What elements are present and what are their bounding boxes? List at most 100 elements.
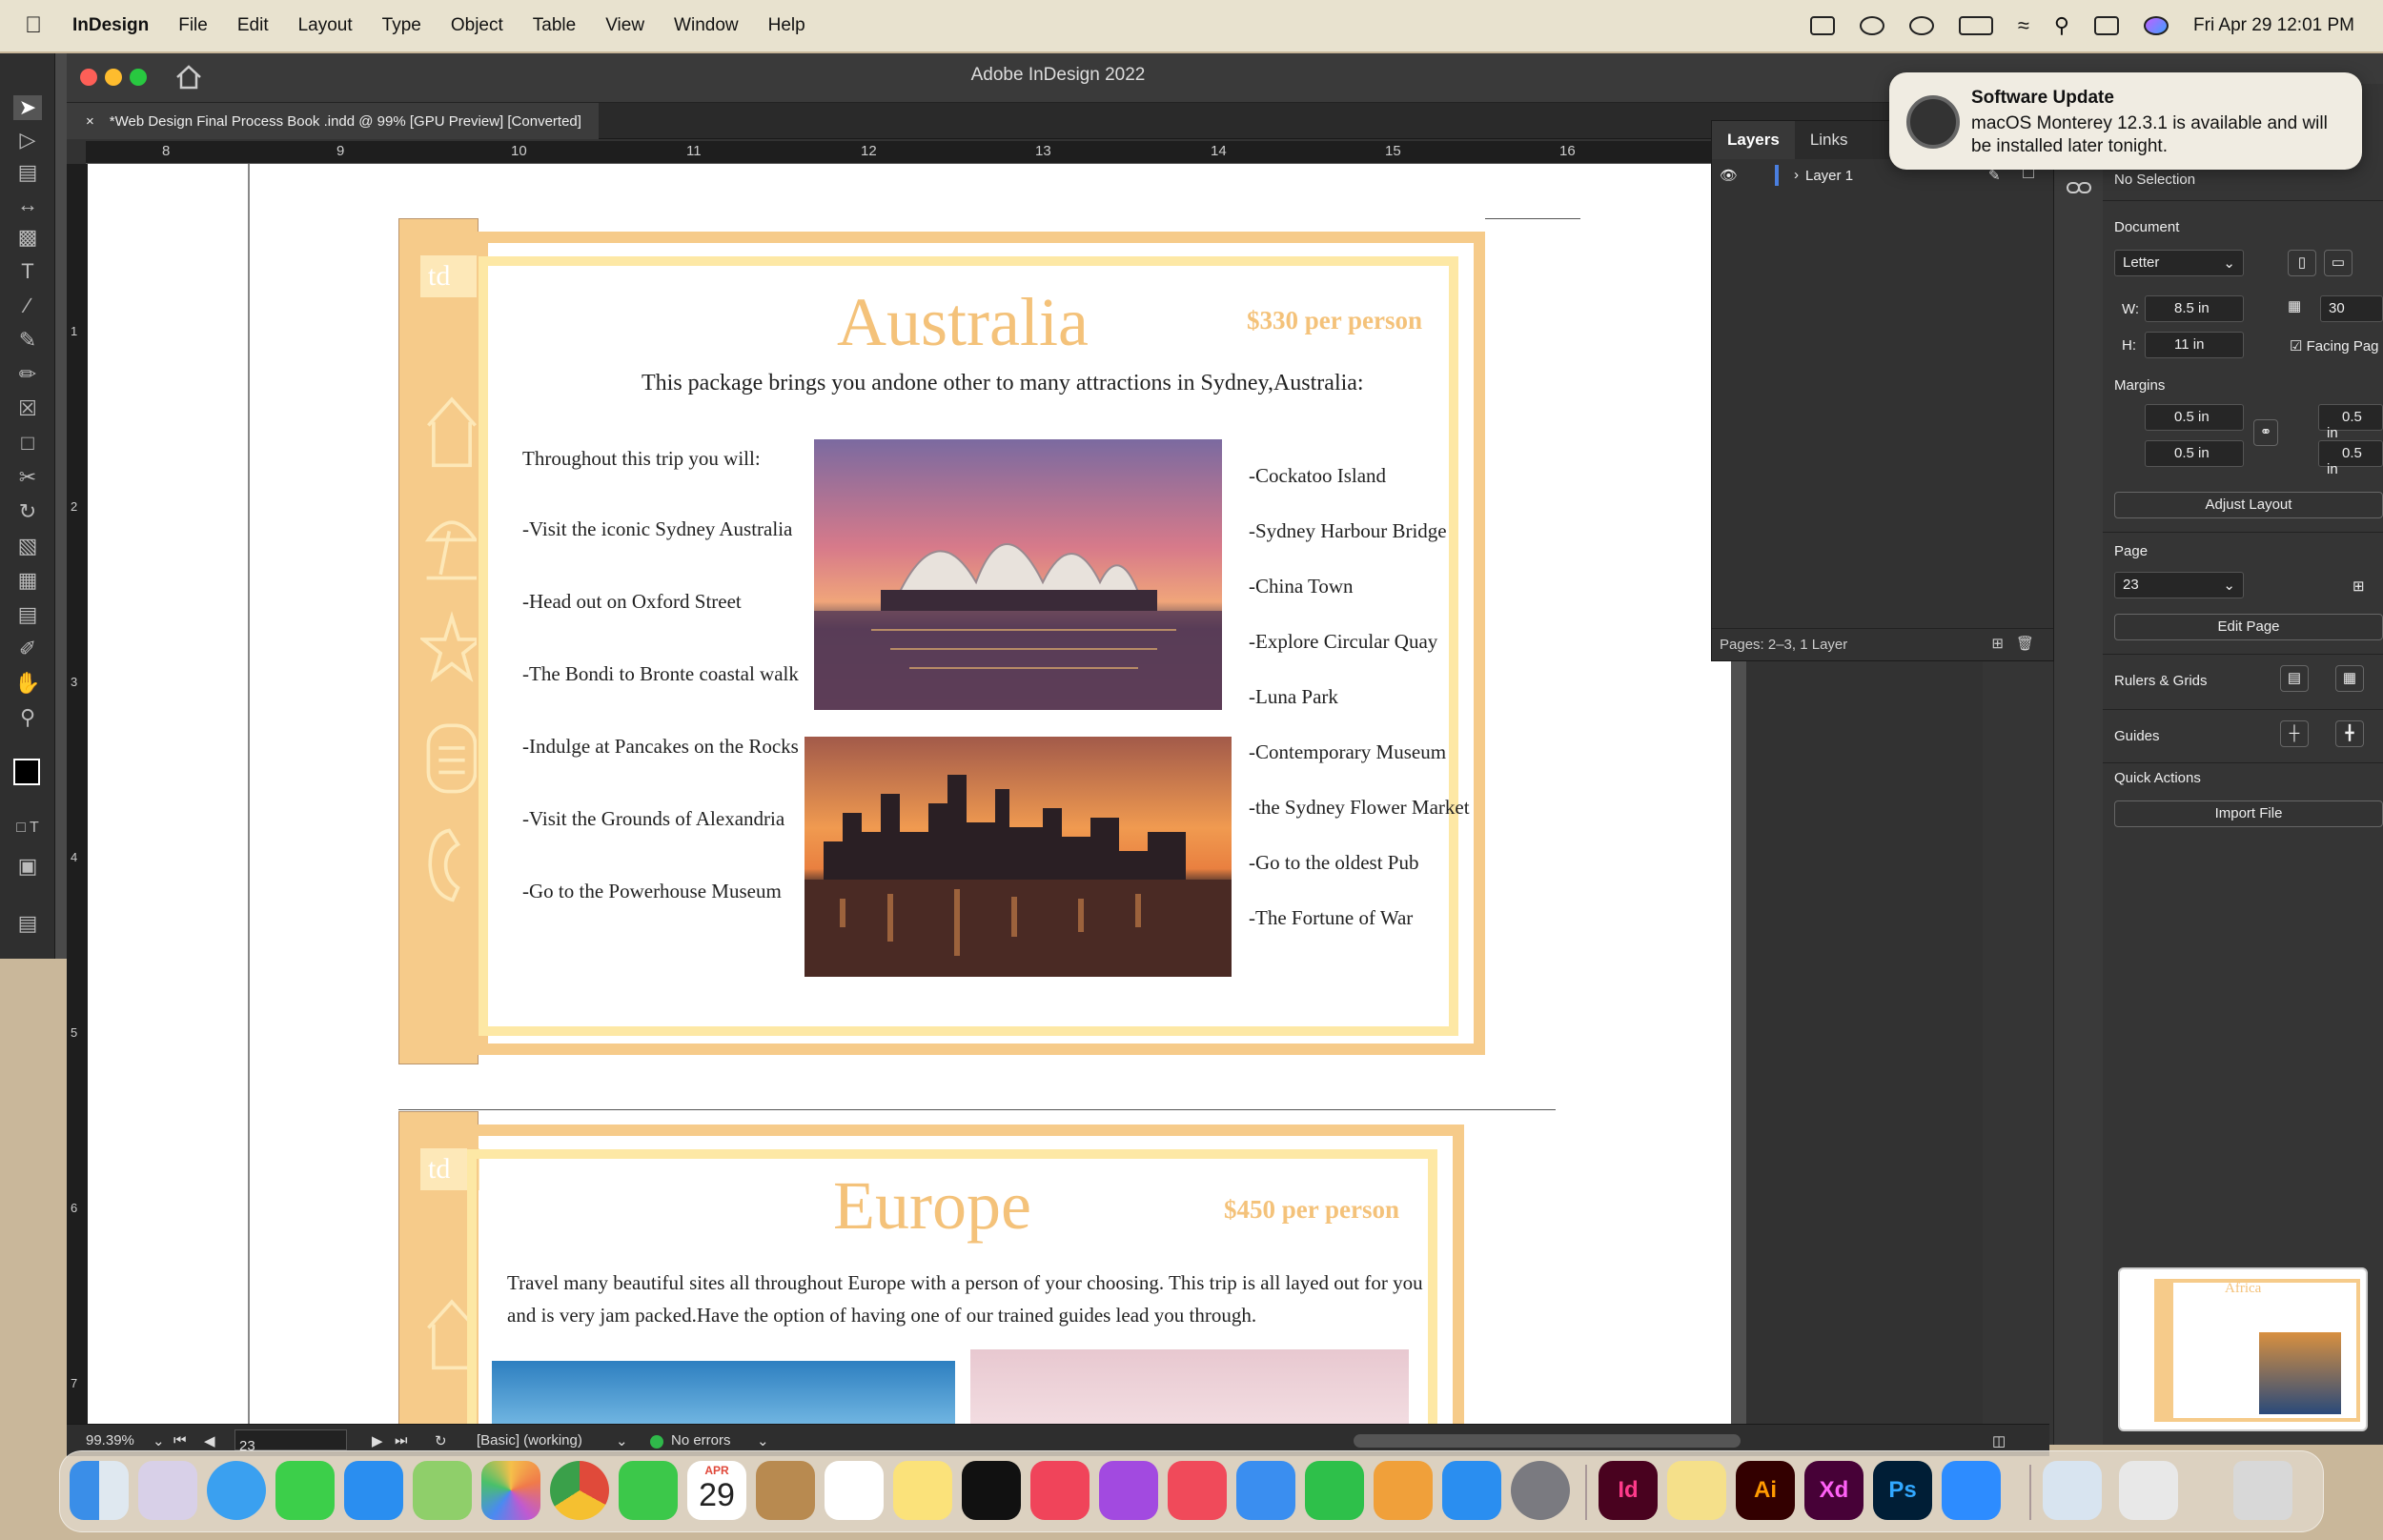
page-number-field[interactable]: 23 [234,1429,347,1454]
links-panel-icon[interactable] [2066,179,2092,196]
menu-help[interactable]: Help [768,15,805,36]
pen-tool-icon[interactable]: ✎ [13,328,42,353]
music-icon[interactable] [1030,1461,1090,1520]
page-thumbnail-preview[interactable]: Africa [2118,1267,2368,1431]
formatting-affects-container-icon[interactable]: □ T [13,816,42,841]
width-field[interactable]: 8.5 in [2145,295,2244,322]
maps-icon[interactable] [413,1461,472,1520]
portrait-orientation-button[interactable]: ▯ [2288,250,2316,276]
guides-icon[interactable]: ┼ [2280,720,2309,747]
numbers-icon[interactable] [1305,1461,1364,1520]
sydney-skyline-photo[interactable] [805,737,1232,977]
smart-guides-icon[interactable]: ╋ [2335,720,2364,747]
pasteboard[interactable]: td Australia $330 per person This packag… [88,164,1746,1424]
gap-tool-icon[interactable]: ↔ [13,192,42,217]
normal-view-icon[interactable]: ▣ [13,854,42,879]
first-page-icon[interactable]: ⏮ [173,1432,187,1449]
close-tab-icon[interactable]: × [86,113,94,130]
europe-price[interactable]: $450 per person [1224,1195,1399,1225]
safari-icon[interactable] [207,1461,266,1520]
app-store-icon[interactable] [1442,1461,1501,1520]
margin-left-field[interactable]: 0.5 in [2318,404,2383,441]
downloads-folder-icon[interactable] [2043,1461,2102,1520]
rotate-tool-icon[interactable]: ↻ [13,499,42,524]
layer-name[interactable]: Layer 1 [1805,168,1853,184]
keynote-icon[interactable] [1236,1461,1295,1520]
list-item[interactable]: -Cockatoo Island [1249,464,1386,488]
list-item[interactable]: -Visit the iconic Sydney Australia [522,517,792,541]
list-item[interactable]: -Head out on Oxford Street [522,590,742,614]
australia-price[interactable]: $330 per person [1247,306,1422,335]
menu-object[interactable]: Object [451,15,503,36]
list-item[interactable]: -Go to the Powerhouse Museum [522,880,782,903]
podcasts-icon[interactable] [1099,1461,1158,1520]
europe-title[interactable]: Europe [833,1166,1031,1246]
list-item[interactable]: -Sydney Harbour Bridge [1249,519,1447,543]
zoom-icon[interactable] [1942,1461,2001,1520]
menu-window[interactable]: Window [674,15,739,36]
link-margins-icon[interactable]: ⚭ [2253,419,2278,446]
europe-spread[interactable]: td Europe $450 per person Travel many be… [398,1111,1466,1424]
list-item[interactable]: -Contemporary Museum [1249,740,1446,764]
new-layer-icon[interactable]: ⊞ [1991,635,2004,652]
eye-icon[interactable]: 👁 [1720,167,1738,184]
reminders-icon[interactable] [825,1461,884,1520]
selection-tool-icon[interactable]: ➤ [13,95,42,120]
apple-tv-icon[interactable] [962,1461,1021,1520]
spotlight-search-icon[interactable]: ⚲ [2054,13,2069,38]
grid-icon[interactable]: ▦ [2335,665,2364,692]
apple-menu-icon[interactable]:  [25,12,51,39]
rulers-icon[interactable]: ▤ [2280,665,2309,692]
list-item[interactable]: -Luna Park [1249,685,1338,709]
australia-spread[interactable]: td Australia $330 per person This packag… [398,218,1485,1066]
chevron-down-icon[interactable]: ⌄ [757,1432,769,1449]
margin-top-field[interactable]: 0.5 in [2145,404,2244,431]
number-of-pages-field[interactable]: 30 [2320,295,2383,322]
contacts-icon[interactable] [756,1461,815,1520]
horizontal-scrollbar[interactable] [1354,1434,1741,1448]
working-style[interactable]: [Basic] (working) [477,1432,582,1449]
control-center-icon[interactable] [2094,16,2120,35]
menu-layout[interactable]: Layout [298,15,353,36]
pencil-tool-icon[interactable]: ✏ [13,362,42,387]
margin-right-field[interactable]: 0.5 in [2318,440,2383,477]
australia-title[interactable]: Australia [837,283,1089,362]
chevron-down-icon[interactable]: ⌄ [616,1432,628,1449]
chevron-right-icon[interactable]: › [1794,167,1799,183]
europe-intro-line2[interactable]: and is very jam packed.Have the option o… [507,1304,1256,1327]
trash-icon[interactable]: 🗑 [2016,635,2034,652]
launchpad-icon[interactable] [138,1461,197,1520]
fill-swatch[interactable] [13,759,40,785]
zoom-level[interactable]: 99.39% [86,1432,134,1449]
horizontal-ruler[interactable]: 8 9 10 11 12 13 14 15 16 [86,141,1746,164]
menu-view[interactable]: View [605,15,644,36]
note-tool-icon[interactable]: ▤ [13,602,42,627]
list-item[interactable]: Throughout this trip you will: [522,447,761,471]
refresh-icon[interactable]: ↻ [435,1432,447,1449]
menu-edit[interactable]: Edit [237,15,269,36]
previous-page-icon[interactable]: ◀ [204,1432,215,1449]
split-view-icon[interactable]: ◫ [1992,1432,2006,1449]
margin-bottom-field[interactable]: 0.5 in [2145,440,2244,467]
menubar-clock[interactable]: Fri Apr 29 12:01 PM [2193,15,2354,36]
preflight-status[interactable]: No errors [671,1432,731,1449]
screen-mode-icon[interactable]: ▤ [13,911,42,936]
news-icon[interactable] [1168,1461,1227,1520]
tab-layers[interactable]: Layers [1712,121,1795,159]
facetime-icon[interactable] [619,1461,678,1520]
list-item[interactable]: -Visit the Grounds of Alexandria [522,807,784,831]
photoshop-icon[interactable]: Ps [1873,1461,1932,1520]
facing-pages-checkbox[interactable]: ☑ Facing Pag [2290,337,2379,355]
page-select[interactable]: 23 ⌄ [2114,572,2244,598]
menu-type[interactable]: Type [382,15,421,36]
list-item[interactable]: -China Town [1249,575,1354,598]
list-item[interactable]: -the Sydney Flower Market [1249,796,1470,820]
illustrator-icon[interactable]: Ai [1736,1461,1795,1520]
europe-photo-right[interactable] [970,1349,1409,1424]
app-menu[interactable]: InDesign [72,15,149,36]
siri-icon[interactable] [2144,16,2169,35]
vertical-ruler[interactable]: 1 2 3 4 5 6 7 [67,164,88,1424]
landscape-orientation-button[interactable]: ▭ [2324,250,2352,276]
last-page-icon[interactable]: ⏭ [395,1432,408,1449]
system-preferences-icon[interactable] [1511,1461,1570,1520]
